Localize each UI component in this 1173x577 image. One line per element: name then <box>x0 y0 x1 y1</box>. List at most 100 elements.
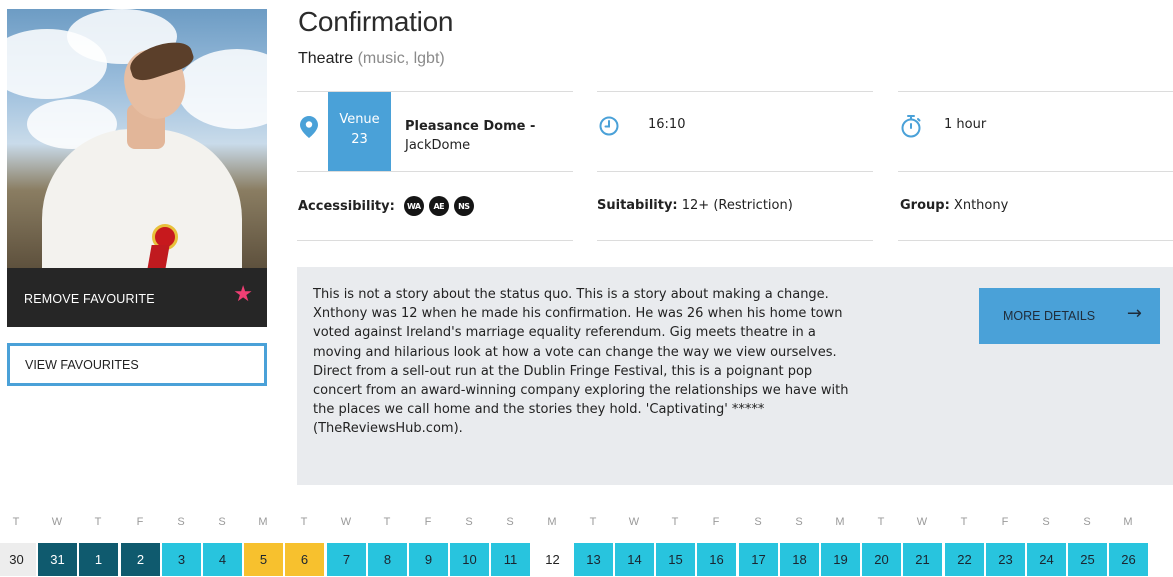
wheelchair-access-icon[interactable]: WA <box>403 196 424 216</box>
calendar-date-available[interactable]: 16 <box>697 543 736 576</box>
calendar-day-letter: S <box>506 516 514 528</box>
calendar-date-available[interactable]: 26 <box>1109 543 1148 576</box>
show-time: 16:10 <box>648 117 686 132</box>
calendar-date-available[interactable]: 23 <box>986 543 1025 576</box>
calendar-date-inactive: 30 <box>0 543 36 576</box>
description-line: Direct from a sell-out run at the Dublin… <box>313 363 813 379</box>
calendar-day-letter: T <box>877 516 885 528</box>
venue-number-badge[interactable]: Venue 23 <box>328 92 391 171</box>
venue-label: Venue <box>339 112 380 127</box>
map-pin-icon <box>300 116 318 138</box>
calendar-date-available[interactable]: 18 <box>780 543 819 576</box>
more-details-button[interactable]: MORE DETAILS → <box>979 288 1160 344</box>
calendar-date-past[interactable]: 1 <box>79 543 118 576</box>
event-category: Theatre (music, lgbt) <box>298 50 445 68</box>
show-photo <box>7 9 267 268</box>
description-line: concert from an award-winning company ex… <box>313 383 849 399</box>
photo-shirt <box>42 129 242 268</box>
calendar-date-available[interactable]: 20 <box>862 543 901 576</box>
calendar-date-available[interactable]: 4 <box>203 543 242 576</box>
calendar-date-available[interactable]: 13 <box>574 543 613 576</box>
calendar-day-letter: T <box>94 516 102 528</box>
suitability-value: 12+ (Restriction) <box>681 198 793 213</box>
description-line: (TheReviewsHub.com). <box>313 421 463 437</box>
show-duration: 1 hour <box>944 117 987 132</box>
calendar-day-letter: W <box>340 516 352 528</box>
venue-name-line2: JackDome <box>405 138 471 153</box>
category-tags: (music, lgbt) <box>357 50 445 67</box>
divider <box>597 240 873 241</box>
calendar-day-letter: M <box>835 516 845 528</box>
calendar-day-letter: F <box>424 516 432 528</box>
calendar-date-available[interactable]: 25 <box>1068 543 1107 576</box>
venue-number: 23 <box>351 132 368 147</box>
calendar-date-available[interactable]: 15 <box>656 543 695 576</box>
description-line: the places we call home and the stories … <box>313 402 765 418</box>
calendar-date-past[interactable]: 31 <box>38 543 77 576</box>
calendar-day-letter: T <box>589 516 597 528</box>
calendar-day-letter: W <box>916 516 928 528</box>
accessibility-label: Accessibility: <box>298 198 395 214</box>
calendar-day-letter: S <box>1083 516 1091 528</box>
more-details-label: MORE DETAILS <box>1003 309 1096 323</box>
calendar-date-available[interactable]: 19 <box>821 543 860 576</box>
calendar-date-available[interactable]: 7 <box>327 543 366 576</box>
remove-favourite-button[interactable]: REMOVE FAVOURITE ★ <box>7 268 267 327</box>
no-steps-icon[interactable]: NS <box>453 196 474 216</box>
calendar-date-available[interactable]: 3 <box>162 543 201 576</box>
divider <box>898 171 1173 172</box>
star-icon[interactable]: ★ <box>233 284 253 306</box>
calendar-day-letter: S <box>1042 516 1050 528</box>
calendar-date-available[interactable]: 21 <box>903 543 942 576</box>
page-title: Confirmation <box>298 6 454 37</box>
divider <box>898 91 1173 92</box>
suitability-row: Suitability: 12+ (Restriction) <box>597 198 793 213</box>
calendar-date-available[interactable]: 24 <box>1027 543 1066 576</box>
divider <box>898 240 1173 241</box>
description-line: Xnthony was 12 when he made his confirma… <box>313 306 843 322</box>
venue-name-line1: Pleasance Dome - <box>405 119 536 134</box>
description-line: voted against Ireland's marriage equalit… <box>313 325 816 341</box>
suitability-label: Suitability: <box>597 198 678 213</box>
calendar-date-available[interactable]: 11 <box>491 543 530 576</box>
description-panel: This is not a story about the status quo… <box>297 267 1173 485</box>
view-favourites-label: VIEW FAVOURITES <box>25 358 139 372</box>
calendar-day-letter: M <box>547 516 557 528</box>
calendar-date-preview[interactable]: 6 <box>285 543 324 576</box>
calendar-day-letter: S <box>754 516 762 528</box>
description-line: moving and hilarious look at how a vote … <box>313 344 837 360</box>
venue-name[interactable]: Pleasance Dome - JackDome <box>405 117 535 155</box>
calendar-date-available[interactable]: 22 <box>945 543 984 576</box>
group-label: Group: <box>900 198 950 213</box>
divider <box>297 171 573 172</box>
calendar-day-letter: S <box>465 516 473 528</box>
remove-favourite-label: REMOVE FAVOURITE <box>24 292 155 306</box>
calendar-day-letter: W <box>628 516 640 528</box>
calendar-day-letter: T <box>300 516 308 528</box>
divider <box>597 171 873 172</box>
view-favourites-button[interactable]: VIEW FAVOURITES <box>7 343 267 386</box>
calendar-day-letter: T <box>383 516 391 528</box>
divider <box>297 240 573 241</box>
calendar-day-letter: M <box>258 516 268 528</box>
calendar-date-available[interactable]: 10 <box>450 543 489 576</box>
calendar-day-letter: S <box>218 516 226 528</box>
calendar-day-letter: F <box>136 516 144 528</box>
calendar-date-available[interactable]: 9 <box>409 543 448 576</box>
calendar-day-letter: W <box>51 516 63 528</box>
description-text: This is not a story about the status quo… <box>313 285 953 439</box>
audio-enhanced-icon[interactable]: AE <box>428 196 449 216</box>
group-row: Group: Xnthony <box>900 198 1008 213</box>
calendar-day-letter: T <box>671 516 679 528</box>
calendar-day-letter: T <box>12 516 20 528</box>
calendar-date-preview[interactable]: 5 <box>244 543 283 576</box>
calendar-day-letter: S <box>177 516 185 528</box>
calendar-date-available[interactable]: 14 <box>615 543 654 576</box>
arrow-right-icon: → <box>1126 303 1142 324</box>
group-value[interactable]: Xnthony <box>954 198 1008 213</box>
calendar-date-available[interactable]: 8 <box>368 543 407 576</box>
calendar-day-letter: M <box>1123 516 1133 528</box>
divider <box>597 91 873 92</box>
calendar-date-past[interactable]: 2 <box>121 543 160 576</box>
calendar-date-available[interactable]: 17 <box>739 543 778 576</box>
